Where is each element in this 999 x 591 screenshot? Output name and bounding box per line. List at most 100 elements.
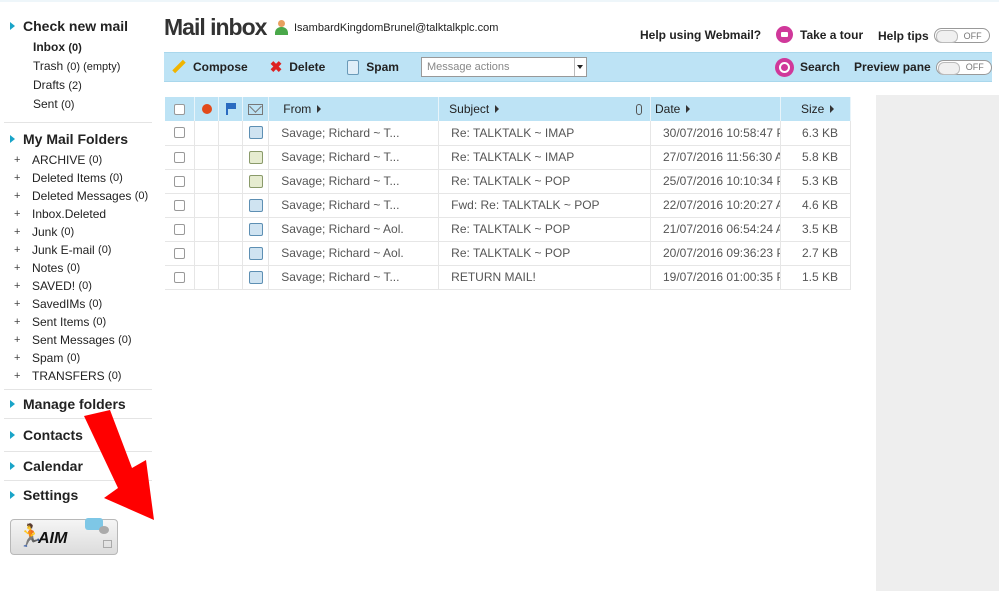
row-checkbox[interactable] [174,175,186,187]
expand-triangle-icon [10,462,15,470]
table-row[interactable]: Savage; Richard ~ Aol. Re: TALKTALK ~ POP… [165,241,851,266]
priority-cell [194,265,220,290]
sort-arrow-icon [495,105,500,113]
sidebar-folder-item[interactable]: + Spam (0) [14,349,152,367]
sidebar-folder-item[interactable]: + SavedIMs (0) [14,295,152,313]
folder-count: (0) [66,262,81,274]
table-row[interactable]: Savage; Richard ~ T... RETURN MAIL! 19/07/… [165,265,851,290]
expand-plus-icon[interactable]: + [14,223,32,241]
expand-plus-icon[interactable]: + [14,205,32,223]
delete-button[interactable]: ✖ Delete [270,58,326,76]
priority-header[interactable] [194,97,220,121]
expand-plus-icon[interactable]: + [14,313,32,331]
help-tips-control: Help tips OFF [878,28,990,43]
expand-triangle-icon [10,22,15,30]
table-row[interactable]: Savage; Richard ~ T... Re: TALKTALK ~ POP… [165,169,851,194]
folder-count: (0) [66,352,81,364]
message-actions-select[interactable]: Message actions [420,57,587,77]
folder-name: TRANSFERS [32,369,105,383]
priority-cell [194,145,220,170]
date-header-label: Date [655,102,681,116]
subject-cell: Re: TALKTALK ~ POP [438,241,651,266]
row-checkbox[interactable] [174,223,186,235]
priority-cell [194,169,220,194]
row-checkbox[interactable] [174,247,186,259]
expand-triangle-icon [10,400,15,408]
take-a-tour-link[interactable]: Take a tour [776,26,863,43]
aim-label: AIM [38,530,68,547]
priority-cell [194,241,220,266]
expand-plus-icon[interactable]: + [14,349,32,367]
my-mail-folders-header[interactable]: My Mail Folders [4,127,152,151]
check-new-mail-link[interactable]: Check new mail [4,14,152,38]
sidebar-folder-item[interactable]: + Deleted Messages (0) [14,187,152,205]
sidebar-folder-item[interactable]: + Sent Messages (0) [14,331,152,349]
sidebar-folder-item[interactable]: + Inbox.Deleted [14,205,152,223]
row-checkbox[interactable] [174,199,186,211]
folder-count: (0) [98,244,112,256]
table-row[interactable]: Savage; Richard ~ T... Re: TALKTALK ~ IMA… [165,145,851,170]
preview-pane-control: Preview pane OFF [854,59,992,75]
folder-count: (0) [61,99,75,111]
expand-plus-icon[interactable]: + [14,169,32,187]
from-header-label: From [283,102,312,116]
sidebar-folder-item[interactable]: + Junk (0) [14,223,152,241]
pencil-icon [172,60,186,74]
select-all-cell [165,97,196,121]
folder-sent[interactable]: Sent (0) [33,95,152,114]
sidebar-folder-item[interactable]: + Notes (0) [14,259,152,277]
date-cell: 22/07/2016 10:20:27 A [650,193,781,218]
sidebar-folder-item[interactable]: + Junk E-mail (0) [14,241,152,259]
from-cell: Savage; Richard ~ T... [268,169,440,194]
mail-unread-icon [248,198,263,212]
sidebar-folder-item[interactable]: + TRANSFERS (0) [14,367,152,385]
size-column-header[interactable]: Size [780,97,851,121]
expand-plus-icon[interactable]: + [14,367,32,385]
expand-plus-icon[interactable]: + [14,331,32,349]
date-cell: 25/07/2016 10:10:34 P [650,169,781,194]
sidebar-folder-item[interactable]: + Sent Items (0) [14,313,152,331]
folder-name: Inbox [33,40,65,54]
flag-cell [218,169,244,194]
compose-button[interactable]: Compose [172,60,248,74]
row-checkbox[interactable] [174,127,186,139]
status-cell [242,217,270,242]
search-button[interactable]: Search [774,57,840,77]
preview-pane-state: OFF [965,62,984,72]
help-tips-toggle[interactable]: OFF [933,28,990,43]
select-all-checkbox[interactable] [174,103,186,115]
preview-pane-toggle[interactable]: OFF [935,59,992,75]
search-icon [774,57,794,77]
mail-read-icon [248,150,263,164]
sidebar-folder-item[interactable]: + SAVED! (0) [14,277,152,295]
subject-column-header[interactable]: Subject [438,97,651,121]
from-column-header[interactable]: From [268,97,440,121]
expand-plus-icon[interactable]: + [14,187,32,205]
folder-trash[interactable]: Trash (0) (empty) [33,57,152,76]
table-row[interactable]: Savage; Richard ~ T... Fwd: Re: TALKTALK … [165,193,851,218]
row-checkbox[interactable] [174,271,186,283]
expand-plus-icon[interactable]: + [14,259,32,277]
folder-count: (0) [78,280,92,292]
flag-cell [218,121,244,146]
folder-drafts[interactable]: Drafts (2) [33,76,152,95]
lock-icon [103,540,112,548]
table-row[interactable]: Savage; Richard ~ Aol. Re: TALKTALK ~ POP… [165,217,851,242]
date-column-header[interactable]: Date [650,97,781,121]
expand-plus-icon[interactable]: + [14,295,32,313]
expand-plus-icon[interactable]: + [14,277,32,295]
table-row[interactable]: Savage; Richard ~ T... Re: TALKTALK ~ IMA… [165,121,851,146]
spam-button[interactable]: Spam [347,59,399,75]
row-checkbox[interactable] [174,151,186,163]
flag-header[interactable] [218,97,244,121]
sidebar-folder-item[interactable]: + ARCHIVE (0) [14,151,152,169]
status-header[interactable] [242,97,270,121]
folder-inbox[interactable]: Inbox (0) [33,38,152,57]
row-select-cell [165,145,196,170]
status-cell [242,193,270,218]
folder-name: Deleted Messages [32,189,132,203]
help-link[interactable]: Help using Webmail? [640,28,761,42]
expand-plus-icon[interactable]: + [14,151,32,169]
sidebar-folder-item[interactable]: + Deleted Items (0) [14,169,152,187]
expand-plus-icon[interactable]: + [14,241,32,259]
